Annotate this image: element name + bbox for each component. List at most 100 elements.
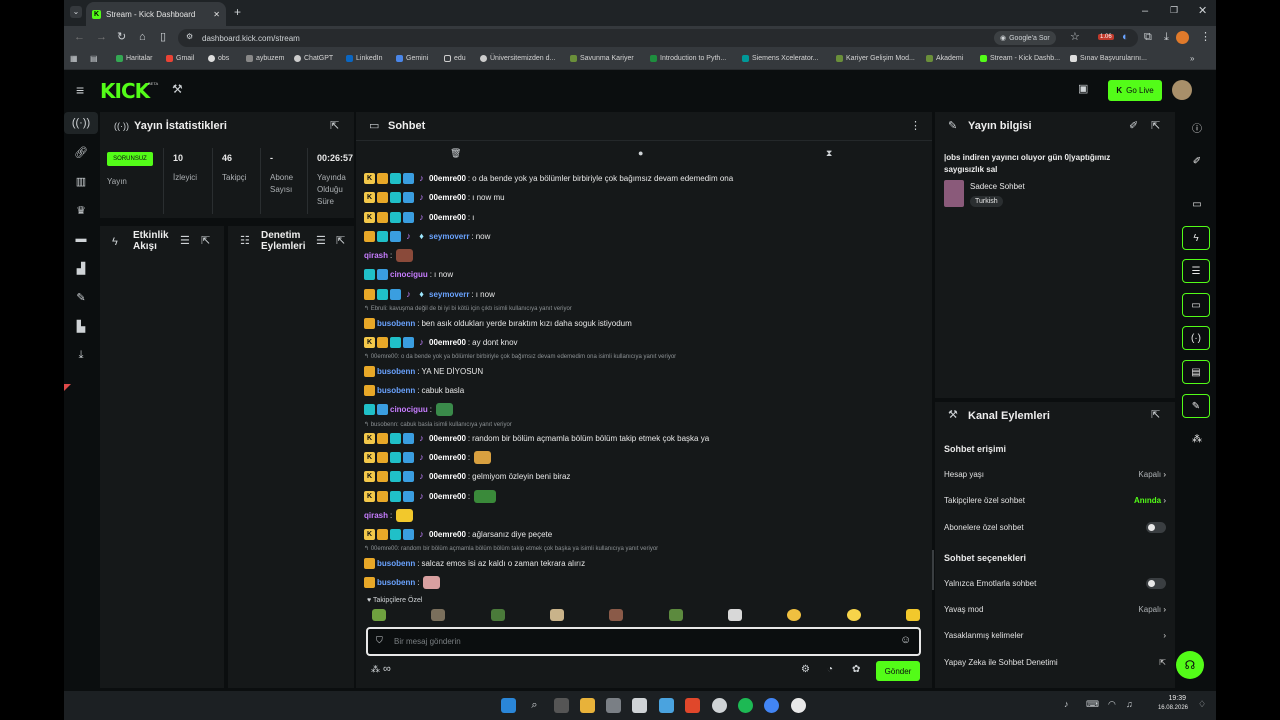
trophy-icon[interactable]: ♛ bbox=[64, 199, 98, 221]
chat-username[interactable]: seymoverr bbox=[429, 290, 469, 299]
extensions-puzzle-icon[interactable]: ⧉ bbox=[1144, 32, 1152, 43]
chat-username[interactable]: 00emre00 bbox=[429, 193, 466, 202]
user-avatar[interactable] bbox=[1172, 80, 1192, 100]
chat-message[interactable]: K ♪ 00emre00: random bir bölüm açmamla bölü… bbox=[364, 431, 709, 445]
subscribers-chat-toggle[interactable] bbox=[1146, 521, 1166, 533]
volume-icon[interactable]: ♫ bbox=[1126, 700, 1133, 709]
edit-pencil-icon[interactable]: ✐ bbox=[1129, 121, 1138, 132]
popout-icon[interactable]: ⇱ bbox=[330, 121, 339, 132]
chat-message[interactable]: cinociguu: bbox=[364, 402, 454, 416]
bookmark-item[interactable]: Sınav Başvurularını... bbox=[1070, 55, 1147, 62]
bookmark-star-icon[interactable]: ☆ bbox=[1070, 32, 1080, 43]
chat-username[interactable]: 00emre00 bbox=[429, 453, 466, 462]
bookmark-item[interactable]: Akademi bbox=[926, 55, 963, 62]
chat-message[interactable]: ♪ ♦ seymoverr: ı now bbox=[364, 287, 495, 301]
banned-words-row[interactable]: Yasaklanmış kelimeler › bbox=[944, 627, 1166, 643]
store-icon[interactable] bbox=[606, 698, 621, 713]
chat-username[interactable]: busobenn bbox=[377, 386, 415, 395]
extension-badge[interactable]: 1.06 bbox=[1098, 34, 1114, 40]
reload-icon[interactable]: ↻ bbox=[117, 32, 126, 43]
clock-date[interactable]: 16.08.2026 bbox=[1152, 705, 1188, 711]
bookmark-item[interactable]: Üniversitemizden d... bbox=[480, 55, 555, 62]
rail-lightning-icon[interactable]: ϟ bbox=[1182, 226, 1210, 250]
bookmark-item[interactable]: Savunma Kariyer bbox=[570, 55, 634, 62]
emote-icon[interactable] bbox=[727, 609, 742, 621]
emote-icon[interactable] bbox=[905, 609, 920, 621]
keyboard-icon[interactable]: ⌨ bbox=[1086, 700, 1099, 709]
wifi-icon[interactable]: ◠ bbox=[1108, 700, 1116, 709]
back-icon[interactable]: ← bbox=[74, 32, 85, 43]
bookmark-item[interactable]: Introduction to Pyth... bbox=[650, 55, 726, 62]
filter-icon[interactable]: ☰ bbox=[316, 236, 326, 247]
more-bookmarks-icon[interactable]: » bbox=[1190, 55, 1194, 63]
chat-message[interactable]: K ♪ 00emre00: bbox=[364, 489, 497, 503]
microphone-icon[interactable]: ♪ bbox=[1064, 700, 1069, 709]
account-age-row[interactable]: Hesap yaşı Kapalı › bbox=[944, 466, 1166, 482]
chat-input[interactable]: ⛉ Bir mesaj gönderin ☺ bbox=[366, 627, 921, 656]
chat-message[interactable]: cinociguu: ı now bbox=[364, 267, 453, 281]
chat-message[interactable]: ♪ ♦ seymoverr: now bbox=[364, 229, 490, 243]
bookmark-item[interactable]: aybuzem bbox=[246, 55, 284, 62]
hammer-icon[interactable]: ⚒ bbox=[172, 83, 183, 95]
slow-mode-row[interactable]: Yavaş mod Kapalı › bbox=[944, 601, 1166, 617]
popout-icon[interactable]: ⇱ bbox=[1151, 410, 1160, 421]
rail-wrench-icon[interactable]: ✎ bbox=[1182, 394, 1210, 418]
stream-nav-icon[interactable]: ((·)) bbox=[64, 112, 98, 134]
chat-message[interactable]: K ♪ 00emre00: o da bende yok ya bölümler bi… bbox=[364, 171, 733, 185]
upload-icon[interactable]: ⤓ bbox=[64, 344, 98, 366]
category-name[interactable]: Sadece Sohbet bbox=[970, 182, 1025, 191]
chat-username[interactable]: busobenn bbox=[377, 578, 415, 587]
infinity-icon[interactable]: ∞ bbox=[383, 663, 391, 675]
download-icon[interactable]: ⤓ bbox=[1164, 32, 1169, 43]
new-tab-button[interactable]: + bbox=[234, 6, 241, 18]
tab-close-icon[interactable]: ✕ bbox=[213, 10, 220, 19]
sidepanel-icon[interactable]: ▯ bbox=[160, 32, 166, 43]
popout-icon[interactable]: ⇱ bbox=[201, 236, 210, 247]
google-ask-button[interactable]: ◉ Google'a Sor bbox=[994, 31, 1056, 45]
rail-broadcast-icon[interactable]: (·) bbox=[1182, 326, 1210, 350]
chat-reply-context[interactable]: ↰ 00emre00: random bir bölüm açmamla böl… bbox=[364, 545, 658, 555]
brave-icon[interactable] bbox=[685, 698, 700, 713]
bookmark-item[interactable]: Stream - Kick Dashb... bbox=[980, 55, 1060, 62]
chat-menu-icon[interactable]: ⋮ bbox=[910, 121, 921, 132]
chat-message[interactable]: busobenn: cabuk basla bbox=[364, 383, 464, 397]
menu-hamburger-icon[interactable]: ≡ bbox=[76, 83, 84, 97]
bookmark-item[interactable]: Haritalar bbox=[116, 55, 152, 62]
chat-message[interactable]: K ♪ 00emre00: gelmiyom özleyin beni biraz bbox=[364, 469, 570, 483]
minimize-icon[interactable]: – bbox=[1142, 6, 1148, 17]
bookmark-item[interactable]: ChatGPT bbox=[294, 55, 333, 62]
emote-icon[interactable] bbox=[431, 609, 446, 621]
popout-icon[interactable]: ⇱ bbox=[336, 236, 345, 247]
emotes-only-toggle[interactable] bbox=[1146, 577, 1166, 589]
bookmark-item[interactable]: Siemens Xcelerator... bbox=[742, 55, 819, 62]
chat-scrollbar[interactable] bbox=[932, 550, 934, 590]
chat-username[interactable]: 00emre00 bbox=[429, 434, 466, 443]
layout-icon[interactable]: ▭ bbox=[1186, 194, 1208, 214]
chat-message[interactable]: busobenn: bbox=[364, 575, 441, 589]
site-info-icon[interactable]: ⚙ bbox=[186, 33, 193, 41]
mail-icon[interactable] bbox=[632, 698, 647, 713]
bookmark-item[interactable]: Gmail bbox=[166, 55, 194, 62]
badge-icon[interactable]: ✿ bbox=[852, 665, 860, 675]
bookmark-item[interactable]: Kariyer Gelişim Mod... bbox=[836, 55, 915, 62]
chat-reply-context[interactable]: ↰ 00emre00: o da bende yok ya bölümler b… bbox=[364, 353, 676, 363]
bookmark-item[interactable]: obs bbox=[208, 55, 229, 62]
chat-username[interactable]: 00emre00 bbox=[429, 174, 466, 183]
home-icon[interactable]: ⌂ bbox=[139, 32, 146, 43]
chat-username[interactable]: seymoverr bbox=[429, 232, 469, 241]
chat-reply-context[interactable]: ↰ busobenn: cabuk basla isimli kullanıcı… bbox=[364, 421, 512, 431]
address-bar[interactable]: ⚙ dashboard.kick.com/stream ◉ Google'a So… bbox=[178, 29, 1138, 47]
support-headset-icon[interactable]: ☊ bbox=[1176, 651, 1204, 679]
chat-username[interactable]: busobenn bbox=[377, 319, 415, 328]
chat-message[interactable]: K ♪ 00emre00: ı bbox=[364, 210, 474, 224]
emote-icon[interactable] bbox=[668, 609, 683, 621]
wallet-icon[interactable]: ▬ bbox=[64, 228, 98, 250]
search-icon[interactable]: ⌕ bbox=[527, 698, 542, 713]
close-window-icon[interactable]: ✕ bbox=[1198, 6, 1207, 17]
trash-icon[interactable]: 🗑︎ bbox=[450, 149, 461, 158]
browser-tab-active[interactable]: K Stream - Kick Dashboard ✕ bbox=[86, 2, 226, 26]
chat-users-icon[interactable]: ⁂ bbox=[371, 665, 380, 674]
emote-icon[interactable] bbox=[609, 609, 624, 621]
info-icon[interactable]: ⓘ bbox=[1186, 117, 1208, 137]
add-widget-icon[interactable]: ⁂ bbox=[1186, 429, 1208, 449]
